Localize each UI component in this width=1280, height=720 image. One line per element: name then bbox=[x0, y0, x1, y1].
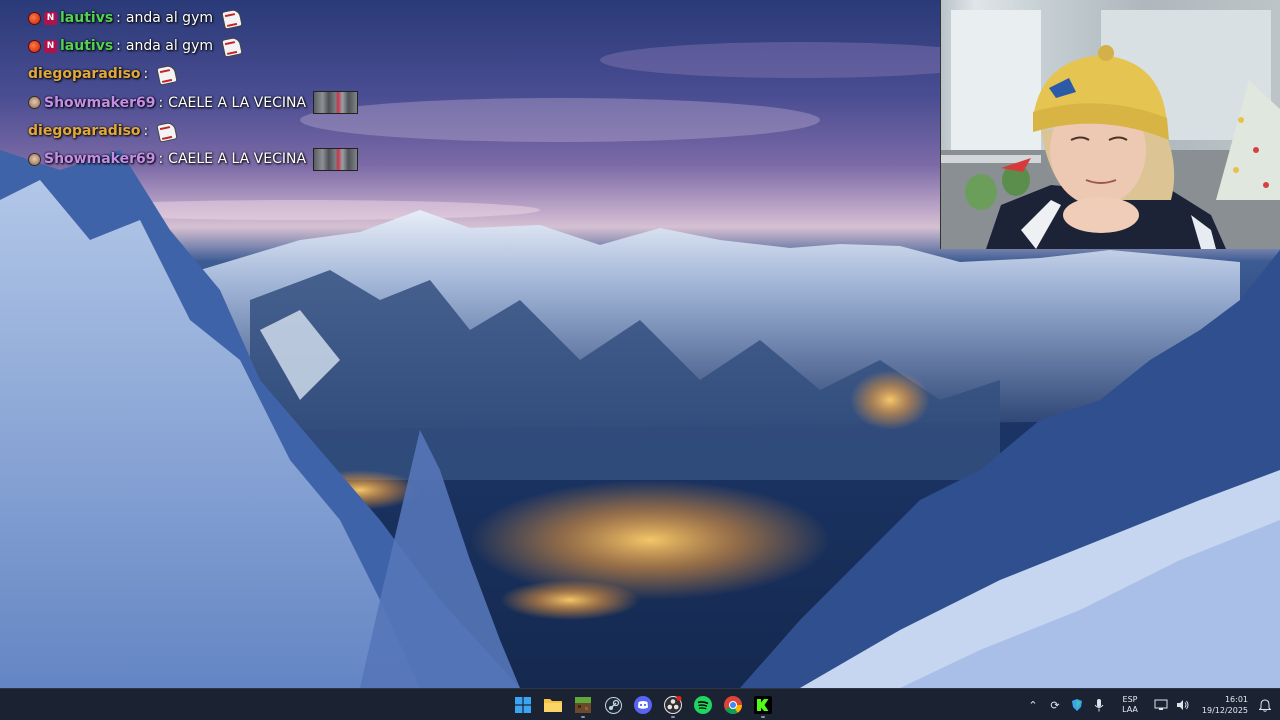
kick-button[interactable] bbox=[750, 691, 776, 719]
show-hidden-icons-button[interactable]: ⌃ bbox=[1022, 689, 1044, 720]
volume-tray-button[interactable] bbox=[1172, 689, 1194, 720]
red-circle-badge-icon bbox=[28, 39, 41, 53]
minecraft-icon bbox=[575, 697, 591, 713]
santa-hat-emote-icon bbox=[220, 35, 244, 57]
kick-icon bbox=[754, 696, 772, 714]
discord-icon bbox=[634, 696, 652, 714]
chat-text: anda al gym bbox=[125, 10, 213, 27]
chat-username[interactable]: lautivs bbox=[60, 38, 113, 54]
notifications-button[interactable] bbox=[1254, 689, 1276, 720]
spotify-button[interactable] bbox=[690, 691, 716, 719]
system-tray: ⌃ ⟳ ESP LAA 16:01 19/12/2025 bbox=[1022, 689, 1280, 720]
volume-icon bbox=[1177, 700, 1189, 710]
windows-icon bbox=[515, 697, 531, 713]
santa-hat-emote-icon bbox=[155, 63, 179, 85]
language-code: ESP bbox=[1122, 695, 1138, 704]
chat-message: diegoparadiso: bbox=[28, 60, 358, 88]
chat-username[interactable]: Showmaker69 bbox=[44, 151, 155, 167]
chat-message: Showmaker69: CAELE A LA VECINA bbox=[28, 145, 358, 173]
webcam-feed bbox=[940, 0, 1280, 249]
shield-icon bbox=[1072, 699, 1082, 711]
group-photo-emote-icon bbox=[313, 147, 358, 171]
chat-overlay: N lautivs: anda al gym N lautivs: anda a… bbox=[28, 4, 358, 173]
chrome-icon bbox=[724, 696, 742, 714]
n-badge-icon: N bbox=[44, 39, 57, 53]
chat-username[interactable]: Showmaker69 bbox=[44, 95, 155, 111]
minecraft-button[interactable] bbox=[570, 691, 596, 719]
group-photo-emote-icon bbox=[313, 91, 358, 115]
input-language-indicator[interactable]: ESP LAA bbox=[1114, 695, 1146, 715]
security-tray-button[interactable] bbox=[1066, 689, 1088, 720]
discord-button[interactable] bbox=[630, 691, 656, 719]
network-icon bbox=[1154, 699, 1168, 710]
taskbar-pinned-apps bbox=[510, 691, 776, 719]
chrome-button[interactable] bbox=[720, 691, 746, 719]
taskbar-clock[interactable]: 16:01 19/12/2025 bbox=[1194, 694, 1248, 716]
file-explorer-button[interactable] bbox=[540, 691, 566, 719]
start-button[interactable] bbox=[510, 691, 536, 719]
chat-text: CAELE A LA VECINA bbox=[168, 94, 307, 111]
keyboard-layout-code: LAA bbox=[1122, 705, 1138, 714]
chat-message: N lautivs: anda al gym bbox=[28, 32, 358, 60]
microphone-icon bbox=[1094, 698, 1104, 711]
chat-message: Showmaker69: CAELE A LA VECINA bbox=[28, 89, 358, 117]
network-tray-button[interactable] bbox=[1150, 689, 1172, 720]
santa-hat-emote-icon bbox=[220, 7, 244, 29]
red-circle-badge-icon bbox=[28, 11, 41, 25]
chevron-up-icon: ⌃ bbox=[1028, 698, 1038, 712]
chat-text: CAELE A LA VECINA bbox=[168, 151, 307, 168]
skull-badge-icon bbox=[28, 152, 41, 166]
steam-button[interactable] bbox=[600, 691, 626, 719]
folder-icon bbox=[544, 699, 562, 712]
taskbar: ⌃ ⟳ ESP LAA 16:01 19/12/2025 bbox=[0, 688, 1280, 720]
chat-username[interactable]: diegoparadiso bbox=[28, 66, 141, 82]
spotify-icon bbox=[694, 696, 712, 714]
skull-badge-icon bbox=[28, 96, 41, 110]
clock-date: 19/12/2025 bbox=[1201, 706, 1248, 715]
microphone-tray-button[interactable] bbox=[1088, 689, 1110, 720]
sync-icon: ⟳ bbox=[1050, 698, 1060, 712]
n-badge-icon: N bbox=[44, 11, 57, 25]
chat-username[interactable]: diegoparadiso bbox=[28, 123, 141, 139]
obs-icon bbox=[664, 696, 682, 714]
chat-message: diegoparadiso: bbox=[28, 117, 358, 145]
clock-time: 16:01 bbox=[1224, 695, 1248, 704]
chat-username[interactable]: lautivs bbox=[60, 10, 113, 26]
santa-hat-emote-icon bbox=[155, 120, 179, 142]
chat-message: N lautivs: anda al gym bbox=[28, 4, 358, 32]
steam-icon bbox=[604, 696, 622, 714]
notification-bell-icon bbox=[1259, 698, 1271, 712]
sync-tray-button[interactable]: ⟳ bbox=[1044, 689, 1066, 720]
chat-text: anda al gym bbox=[125, 38, 213, 55]
obs-button[interactable] bbox=[660, 691, 686, 719]
